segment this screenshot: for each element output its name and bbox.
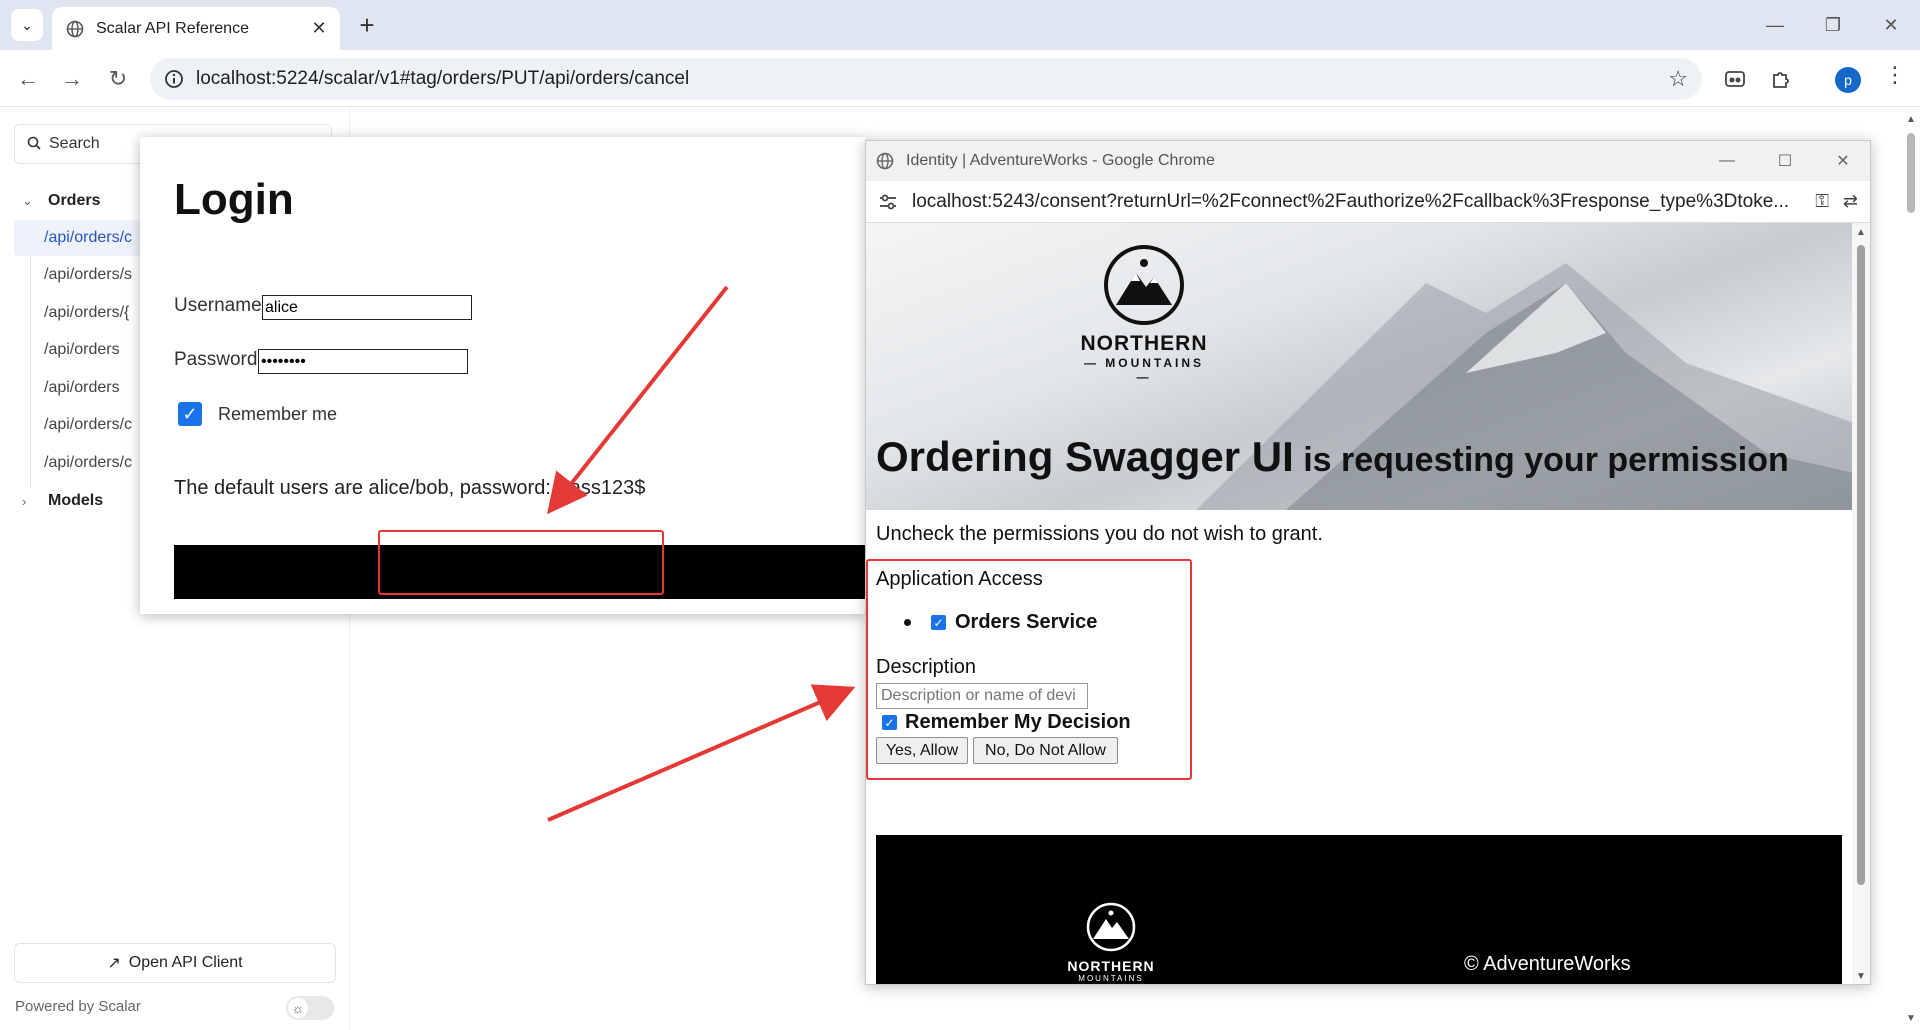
close-window-icon[interactable]: ✕ [1814, 141, 1870, 181]
arrow-up-right-icon: ↗ [107, 955, 121, 972]
sidebar-item-orders-id[interactable]: /api/orders/{ [44, 304, 129, 322]
heading-rest: is requesting your permission [1293, 441, 1789, 479]
hero-banner: NORTHERN — MOUNTAINS — Ordering Swagger … [866, 223, 1854, 510]
chevron-down-icon: ⌄ [21, 16, 33, 33]
footer-brand: NORTHERN [1067, 958, 1155, 974]
annotation-box-consent-form [866, 559, 1192, 780]
group-label: Orders [48, 192, 101, 209]
minimize-icon[interactable]: — [1746, 0, 1804, 50]
password-input[interactable] [258, 349, 468, 374]
scroll-up-icon[interactable]: ▲ [1906, 114, 1916, 125]
sidebar-item-orders-c2[interactable]: /api/orders/c [44, 416, 132, 434]
remember-me-checkbox[interactable]: ✓ [178, 402, 202, 426]
sidebar-group-orders[interactable]: ⌄ Orders [22, 192, 100, 210]
default-users-hint: The default users are alice/bob, passwor… [174, 477, 646, 499]
browser-toolbar: ← → ↻ localhost:5224/scalar/v1#tag/order… [0, 50, 1920, 107]
open-api-client-button[interactable]: ↗ Open API Client [14, 943, 336, 983]
bookmark-star-icon[interactable]: ☆ [1668, 66, 1688, 92]
powered-by-link[interactable]: Powered by Scalar [15, 998, 141, 1015]
globe-icon [876, 152, 894, 175]
group-label: Models [48, 492, 104, 509]
scroll-down-icon[interactable]: ▼ [1906, 1013, 1916, 1024]
consent-instruction: Uncheck the permissions you do not wish … [876, 523, 1323, 545]
tab-title: Scalar API Reference [96, 19, 249, 37]
extension-icon[interactable] [1718, 62, 1752, 96]
sidebar-group-models[interactable]: › Models [22, 492, 103, 510]
button-label: Open API Client [128, 954, 243, 971]
footer-subtitle: MOUNTAINS [1078, 974, 1144, 983]
remember-me-label: Remember me [218, 404, 338, 424]
popup-scrollbar[interactable]: ▲ ▼ [1852, 223, 1870, 984]
translate-icon[interactable]: ⇄ [1843, 191, 1858, 212]
back-icon[interactable]: ← [12, 63, 44, 95]
tab-search-button[interactable]: ⌄ [11, 9, 43, 41]
minimize-icon[interactable]: — [1698, 141, 1756, 181]
address-bar[interactable]: localhost:5224/scalar/v1#tag/orders/PUT/… [150, 58, 1702, 100]
copyright: © AdventureWorks [1464, 953, 1631, 975]
search-placeholder: Search [49, 135, 100, 152]
username-input[interactable] [262, 295, 472, 320]
sidebar-item-orders-get[interactable]: /api/orders [44, 341, 120, 359]
site-info-icon[interactable] [164, 69, 184, 94]
tab-close-icon[interactable]: ✕ [308, 18, 330, 39]
browser-tabstrip: ⌄ Scalar API Reference ✕ + — ❐ ✕ [0, 0, 1920, 50]
scroll-down-icon[interactable]: ▼ [1856, 971, 1866, 982]
close-window-icon[interactable]: ✕ [1862, 0, 1920, 50]
scrollbar-thumb[interactable] [1857, 245, 1865, 885]
popup-url-actions: ⚿ ⇄ [1807, 191, 1858, 212]
password-label: Password [174, 349, 258, 370]
login-title: Login [174, 175, 294, 224]
mountain-logo-icon [1086, 902, 1136, 952]
popup-titlebar: Identity | AdventureWorks - Google Chrom… [866, 141, 1870, 181]
popup-address-bar[interactable]: localhost:5243/consent?returnUrl=%2Fconn… [866, 181, 1870, 223]
sidebar-item-orders-c3[interactable]: /api/orders/c [44, 454, 132, 472]
new-tab-button[interactable]: + [352, 10, 382, 41]
site-footer: NORTHERN MOUNTAINS © AdventureWorks [876, 835, 1842, 984]
theme-toggle[interactable]: ☼ [286, 996, 334, 1020]
sidebar-item-orders-post[interactable]: /api/orders [44, 379, 120, 397]
puzzle-icon[interactable] [1764, 62, 1798, 96]
tab-scalar-api-reference[interactable]: Scalar API Reference ✕ [52, 7, 340, 50]
globe-icon [66, 20, 84, 38]
annotation-arrow-to-consent [547, 684, 856, 822]
logo-subtitle: — MOUNTAINS — [1083, 356, 1205, 384]
scroll-up-icon[interactable]: ▲ [1856, 227, 1866, 238]
maximize-icon[interactable]: ☐ [1756, 141, 1814, 181]
popup-window-title: Identity | AdventureWorks - Google Chrom… [906, 152, 1215, 169]
chevron-down-icon: ⌄ [22, 193, 33, 208]
window-controls: — ❐ ✕ [1746, 0, 1920, 50]
key-icon[interactable]: ⚿ [1815, 191, 1829, 212]
sidebar-item-orders-s[interactable]: /api/orders/s [44, 266, 132, 284]
restore-icon[interactable]: ❐ [1804, 0, 1862, 50]
address-url: localhost:5224/scalar/v1#tag/orders/PUT/… [196, 68, 690, 89]
chevron-right-icon: › [22, 493, 27, 509]
search-icon [27, 136, 41, 153]
annotation-box-login-button [378, 530, 664, 595]
footer-logo: NORTHERN MOUNTAINS [1066, 901, 1156, 983]
logo-brand: NORTHERN [1080, 332, 1208, 355]
scrollbar-thumb[interactable] [1907, 133, 1915, 213]
client-name: Ordering Swagger UI [876, 433, 1294, 480]
reload-icon[interactable]: ↻ [102, 63, 134, 95]
menu-kebab-icon[interactable]: ⋮ [1884, 62, 1906, 88]
tree-line [30, 220, 31, 488]
username-label: Username [174, 295, 262, 316]
northern-mountains-logo: NORTHERN — MOUNTAINS — [1074, 243, 1214, 384]
page-scrollbar[interactable]: ▲ ▼ [1902, 108, 1920, 1030]
profile-avatar[interactable]: p [1835, 67, 1861, 93]
popup-url: localhost:5243/consent?returnUrl=%2Fconn… [912, 190, 1790, 212]
site-settings-icon[interactable] [878, 193, 898, 217]
consent-heading: Ordering Swagger UI is requesting your p… [876, 433, 1789, 481]
forward-icon[interactable]: → [56, 63, 88, 95]
popup-window-controls: — ☐ ✕ [1698, 141, 1870, 181]
mountain-logo-icon [1104, 245, 1184, 325]
sun-icon: ☼ [288, 998, 308, 1018]
